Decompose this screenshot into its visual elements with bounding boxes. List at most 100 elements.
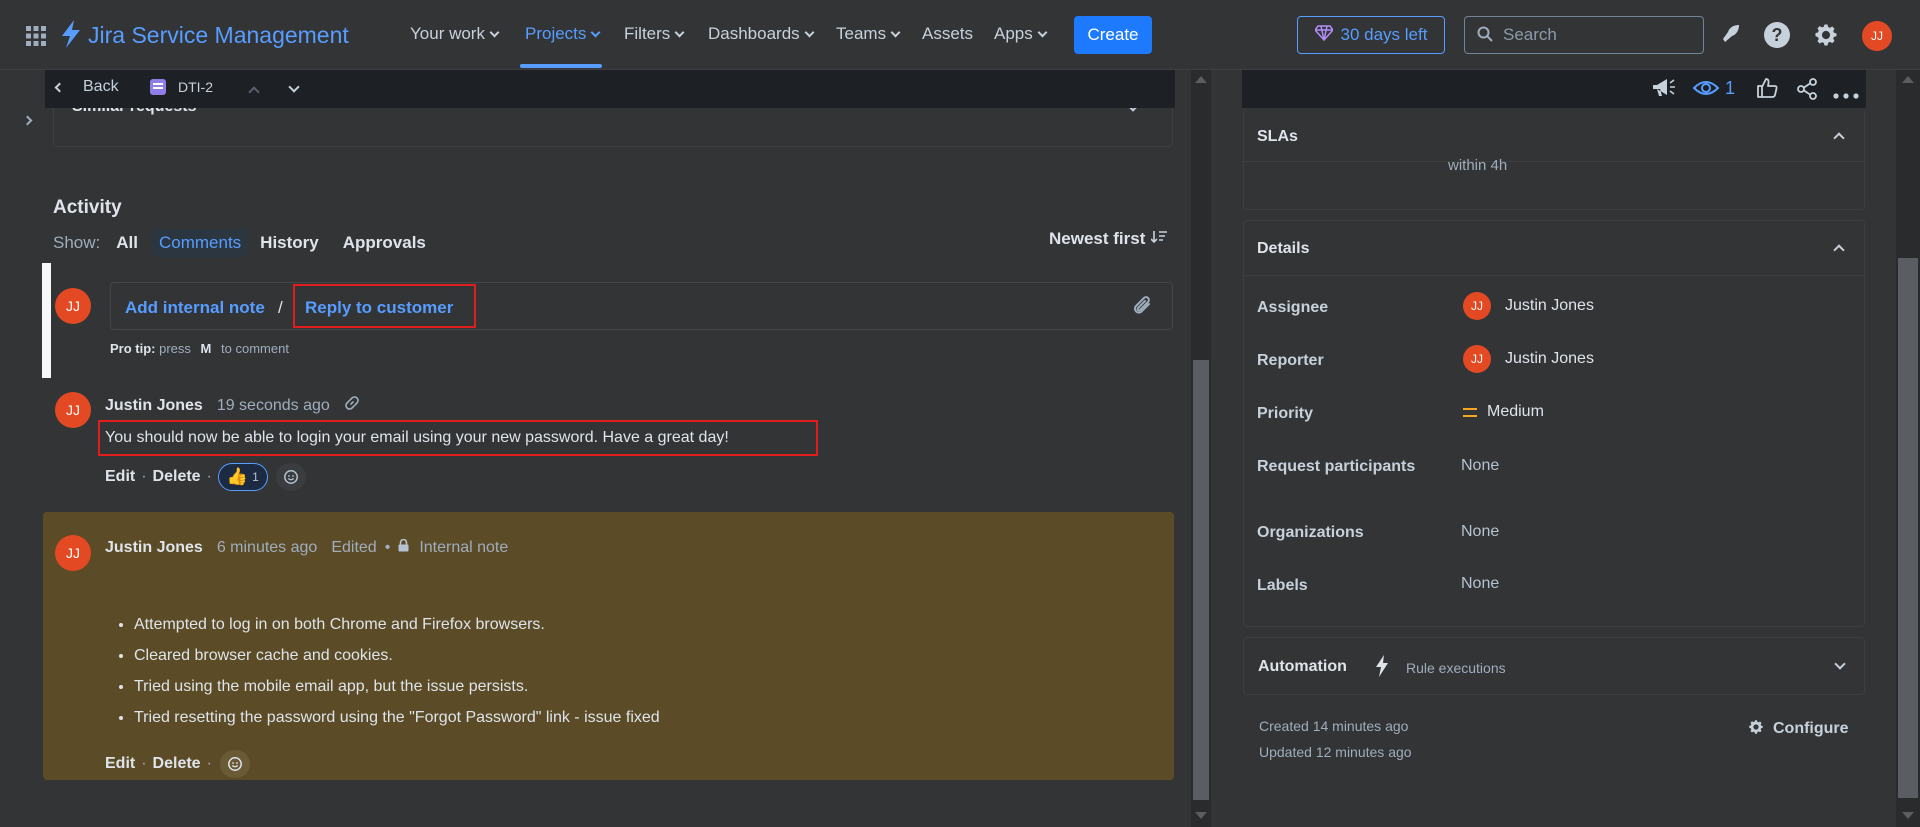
announce-megaphone-icon[interactable]	[1650, 76, 1676, 103]
create-button[interactable]: Create	[1074, 16, 1152, 54]
scroll-up-arrow-icon[interactable]	[1195, 76, 1207, 83]
nav-your-work[interactable]: Your work	[410, 24, 500, 44]
comment-delete-button[interactable]: Delete	[153, 468, 201, 486]
help-icon[interactable]: ?	[1764, 22, 1790, 48]
bullet-item: Attempted to log in on both Chrome and F…	[134, 616, 660, 634]
internal-note-author[interactable]: Justin Jones	[105, 539, 203, 557]
comment-edit-button[interactable]: Edit	[105, 468, 135, 486]
scroll-up-arrow-icon[interactable]	[1902, 76, 1914, 83]
right-scrollbar-thumb[interactable]	[1898, 258, 1918, 798]
settings-gear-icon[interactable]	[1812, 21, 1840, 52]
trial-button[interactable]: 30 days left	[1297, 16, 1445, 54]
filter-all[interactable]: All	[116, 233, 138, 253]
internal-note-time[interactable]: 6 minutes ago	[217, 539, 318, 557]
action-separator: ·	[141, 468, 147, 485]
action-separator: ·	[206, 468, 212, 485]
bullet-item: Tried using the mobile email app, but th…	[134, 678, 660, 696]
internal-note-actions: Edit · Delete ·	[105, 750, 250, 778]
add-reaction-icon[interactable]	[275, 463, 306, 491]
lock-icon	[398, 538, 409, 557]
search-icon	[1477, 26, 1493, 45]
link-icon[interactable]	[344, 395, 360, 416]
user-avatar-initials: JJ	[1871, 29, 1883, 43]
internal-note-avatar[interactable]: JJ	[55, 535, 91, 571]
nav-filters[interactable]: Filters	[624, 24, 685, 44]
participants-value[interactable]: None	[1461, 457, 1499, 475]
watch-count[interactable]: 1	[1725, 78, 1735, 99]
user-avatar[interactable]: JJ	[1862, 21, 1892, 51]
nav-teams[interactable]: Teams	[836, 24, 901, 44]
left-scrollbar-thumb[interactable]	[1193, 360, 1209, 800]
internal-note-header: Justin Jones 6 minutes ago Edited • Inte…	[105, 538, 508, 557]
bullet-item: Tried resetting the password using the "…	[134, 709, 660, 727]
nav-dashboards[interactable]: Dashboards	[708, 24, 815, 44]
priority-medium-icon	[1463, 407, 1477, 417]
slas-header[interactable]: SLAs	[1243, 110, 1865, 162]
nav-apps[interactable]: Apps	[994, 24, 1048, 44]
details-panel	[1243, 220, 1865, 627]
back-button[interactable]: Back	[54, 78, 119, 96]
scroll-down-arrow-icon[interactable]	[1902, 812, 1914, 819]
thumbs-up-reaction[interactable]: 👍 1	[217, 463, 268, 491]
configure-button[interactable]: Configure	[1747, 718, 1849, 739]
nav-projects[interactable]: Projects	[525, 24, 601, 44]
priority-value: Medium	[1487, 403, 1544, 420]
top-navigation: Jira Service Management Your work Projec…	[0, 0, 1920, 70]
comment-time[interactable]: 19 seconds ago	[217, 397, 330, 415]
share-icon[interactable]	[1796, 78, 1818, 103]
filter-history[interactable]: History	[260, 233, 319, 253]
nav-assets[interactable]: Assets	[922, 24, 973, 44]
comment-editor[interactable]: Add internal note / Reply to customer	[110, 282, 1173, 330]
product-logo[interactable]: Jira Service Management	[60, 20, 349, 51]
back-label: Back	[83, 78, 119, 95]
vote-thumbs-up-icon[interactable]	[1756, 77, 1778, 102]
filter-comments[interactable]: Comments	[151, 229, 249, 257]
participants-label: Request participants	[1257, 458, 1416, 475]
add-reaction-icon[interactable]	[219, 750, 250, 778]
reply-to-customer-button[interactable]: Reply to customer	[293, 284, 476, 328]
organizations-value[interactable]: None	[1461, 523, 1499, 541]
priority-label: Priority	[1257, 405, 1314, 422]
gem-icon	[1313, 24, 1334, 46]
priority-field[interactable]: Medium	[1463, 403, 1544, 421]
app-switcher-icon[interactable]	[26, 26, 46, 46]
editor-avatar-initials: JJ	[66, 298, 80, 314]
comment-header: Justin Jones 19 seconds ago	[105, 395, 360, 416]
attachment-icon[interactable]	[1133, 295, 1153, 320]
assignee-label: Assignee	[1257, 299, 1329, 316]
sort-button[interactable]: Newest first	[1049, 229, 1168, 249]
chevron-left-icon	[54, 82, 65, 92]
show-label: Show:	[53, 233, 101, 252]
nav-teams-label: Teams	[836, 24, 887, 43]
thumbs-up-emoji-icon: 👍	[226, 467, 249, 486]
watch-eye-icon[interactable]	[1692, 78, 1720, 101]
labels-label: Labels	[1257, 577, 1308, 594]
assignee-field[interactable]: JJ Justin Jones	[1463, 292, 1594, 320]
notifications-icon[interactable]	[1718, 22, 1742, 49]
internal-note-delete-button[interactable]: Delete	[153, 755, 201, 773]
trial-label: 30 days left	[1340, 25, 1428, 44]
comment-text: You should now be able to login your ema…	[105, 429, 729, 446]
rule-executions-label: Rule executions	[1406, 660, 1506, 676]
issue-header-bar	[45, 70, 1175, 108]
sidebar-expand-icon[interactable]	[18, 114, 33, 130]
labels-value[interactable]: None	[1461, 575, 1499, 593]
issue-key-link[interactable]: DTI-2	[150, 79, 213, 95]
comment-avatar[interactable]: JJ	[55, 392, 91, 428]
details-header[interactable]: Details	[1243, 222, 1865, 276]
slas-title: SLAs	[1257, 128, 1298, 145]
chevron-down-icon	[1037, 27, 1048, 38]
search-field[interactable]: Search	[1464, 16, 1704, 54]
editor-separator: /	[278, 298, 283, 317]
add-internal-note-button[interactable]: Add internal note	[125, 298, 265, 318]
comment-author[interactable]: Justin Jones	[105, 397, 203, 415]
filter-approvals[interactable]: Approvals	[343, 233, 426, 253]
reporter-field[interactable]: JJ Justin Jones	[1463, 345, 1594, 373]
pro-tip-key: M	[200, 341, 212, 356]
pro-tip: Pro tip: press M to comment	[110, 341, 289, 356]
scroll-down-arrow-icon[interactable]	[1195, 812, 1207, 819]
automation-panel[interactable]: Automation Rule executions	[1243, 637, 1865, 695]
more-actions-icon[interactable]	[1833, 86, 1859, 102]
assignee-avatar: JJ	[1463, 292, 1491, 320]
internal-note-edit-button[interactable]: Edit	[105, 755, 135, 773]
